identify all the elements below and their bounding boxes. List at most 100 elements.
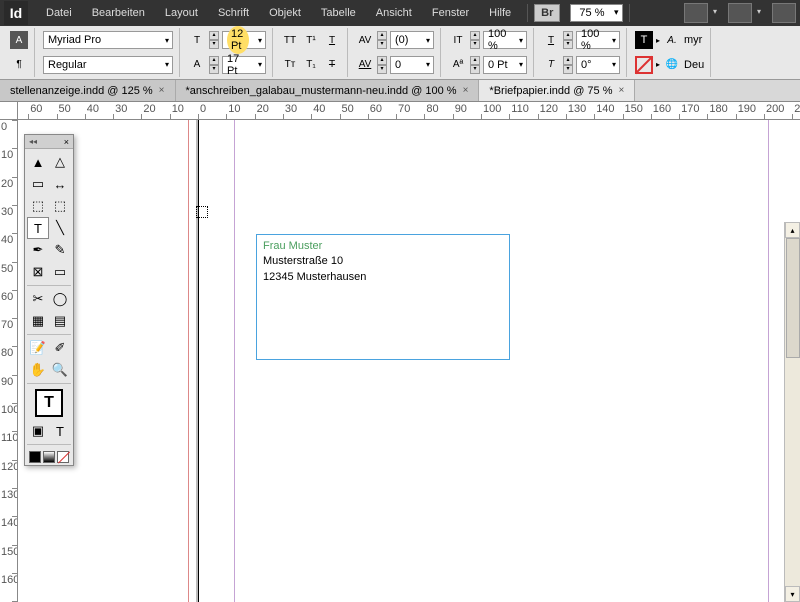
doc-tab-3[interactable]: *Briefpapier.indd @ 75 % × [479, 80, 635, 101]
gradient-feather-tool[interactable]: ▤ [49, 310, 71, 332]
line-tool[interactable]: ╲ [49, 217, 71, 239]
tracking-icon: AV [356, 56, 374, 74]
apply-color-swatch[interactable] [29, 451, 41, 463]
kerning-spinner[interactable]: ▴▾ [377, 31, 387, 49]
menu-object[interactable]: Objekt [259, 7, 311, 19]
menu-file[interactable]: Datei [36, 7, 82, 19]
text-stroke-swatch[interactable] [635, 56, 653, 74]
para-mode-icon[interactable]: ¶ [10, 56, 28, 74]
baseline-input[interactable]: 0 Pt [483, 56, 527, 74]
font-size-spinner[interactable]: ▴▾ [209, 31, 219, 49]
content-collector-tool[interactable]: ⬚ [27, 195, 49, 217]
content-placer-tool[interactable]: ⬚ [49, 195, 71, 217]
zoom-level-dropdown[interactable]: 75 % [570, 4, 623, 22]
close-icon[interactable]: × [619, 85, 625, 96]
skew-spinner[interactable]: ▴▾ [563, 56, 573, 74]
close-icon[interactable]: × [159, 85, 165, 96]
main-menubar: Id Datei Bearbeiten Layout Schrift Objek… [0, 0, 800, 26]
menu-window[interactable]: Fenster [422, 7, 479, 19]
type-tool[interactable]: T [27, 217, 49, 239]
tools-panel[interactable]: ◂◂× ▲ △ ▭ ↔ ⬚ ⬚ T ╲ ✒ ✎ ⊠ ▭ ✂ ◯ ▦ ▤ 📝 ✐ … [24, 134, 74, 466]
tracking-input[interactable]: 0 [390, 56, 434, 74]
text-fill-swatch[interactable]: T [635, 31, 653, 49]
free-transform-tool[interactable]: ◯ [49, 288, 71, 310]
menu-layout[interactable]: Layout [155, 7, 208, 19]
note-tool[interactable]: 📝 [27, 337, 49, 359]
font-style-dropdown[interactable]: Regular [43, 56, 173, 74]
close-icon[interactable]: × [463, 85, 469, 96]
leading-input[interactable]: 17 Pt [222, 56, 266, 74]
page-tool[interactable]: ▭ [27, 173, 49, 195]
apply-color-row [25, 449, 73, 465]
collapse-icon[interactable]: ◂◂ [29, 137, 37, 146]
doc-tab-label: *anschreiben_galabau_mustermann-neu.indd… [186, 85, 457, 97]
strikethrough-button[interactable]: T [323, 56, 341, 74]
leading-icon: A [188, 56, 206, 74]
apply-gradient-swatch[interactable] [43, 451, 55, 463]
scissors-tool[interactable]: ✂ [27, 288, 49, 310]
kerning-input[interactable]: (0) [390, 31, 434, 49]
doc-tab-1[interactable]: stellenanzeige.indd @ 125 % × [0, 80, 176, 101]
subscript-button[interactable]: T₁ [302, 56, 320, 74]
menu-table[interactable]: Tabelle [311, 7, 366, 19]
formatting-container-icon[interactable]: ▣ [27, 420, 49, 442]
skew-input[interactable]: 0° [576, 56, 620, 74]
rect-frame-tool[interactable]: ⊠ [27, 261, 49, 283]
doc-tab-2[interactable]: *anschreiben_galabau_mustermann-neu.indd… [176, 80, 480, 101]
lang-icon: 🌐 [663, 56, 681, 74]
address-text-frame[interactable]: Frau Muster Musterstraße 10 12345 Muster… [256, 234, 510, 360]
margin-guide-right [768, 120, 769, 602]
rectangle-tool[interactable]: ▭ [49, 261, 71, 283]
vertical-ruler[interactable]: 0102030405060708090100110120130140150160… [0, 120, 18, 602]
ruler-origin[interactable] [0, 102, 18, 120]
underline-button[interactable]: T [323, 31, 341, 49]
zoom-tool[interactable]: 🔍 [49, 359, 71, 381]
hscale-input[interactable]: 100 % [576, 31, 620, 49]
fill-stroke-toggle[interactable]: T [27, 386, 71, 420]
margin-guide-left [234, 120, 235, 602]
scrollbar-thumb[interactable] [786, 238, 800, 358]
vertical-scrollbar[interactable]: ▴ ▾ [784, 222, 800, 602]
char-mode-icon[interactable]: A [10, 31, 28, 49]
vscale-spinner[interactable]: ▴▾ [470, 31, 480, 49]
tracking-spinner[interactable]: ▴▾ [377, 56, 387, 74]
menu-edit[interactable]: Bearbeiten [82, 7, 155, 19]
pen-tool[interactable]: ✒ [27, 239, 49, 261]
hscale-spinner[interactable]: ▴▾ [563, 31, 573, 49]
eyedropper-tool[interactable]: ✐ [49, 337, 71, 359]
menu-view[interactable]: Ansicht [366, 7, 422, 19]
menu-help[interactable]: Hilfe [479, 7, 521, 19]
gap-tool[interactable]: ↔ [49, 173, 71, 195]
bridge-button[interactable]: Br [534, 4, 560, 22]
formatting-text-icon[interactable]: T [49, 420, 71, 442]
view-options-icon[interactable] [684, 3, 708, 23]
vscale-input[interactable]: 100 % [483, 31, 527, 49]
baseline-spinner[interactable]: ▴▾ [470, 56, 480, 74]
document-canvas[interactable]: Frau Muster Musterstraße 10 12345 Muster… [18, 120, 800, 602]
gradient-swatch-tool[interactable]: ▦ [27, 310, 49, 332]
pencil-tool[interactable]: ✎ [49, 239, 71, 261]
apply-none-swatch[interactable] [57, 451, 69, 463]
font-size-input[interactable]: 12 Pt [222, 31, 266, 49]
panel-header[interactable]: ◂◂ × [25, 135, 73, 149]
doc-tab-label: stellenanzeige.indd @ 125 % [10, 85, 153, 97]
all-caps-button[interactable]: TT [281, 31, 299, 49]
page-edge [198, 120, 199, 602]
document-tabs: stellenanzeige.indd @ 125 % × *anschreib… [0, 80, 800, 102]
close-icon[interactable]: × [64, 137, 69, 147]
arrange-docs-icon[interactable] [772, 3, 796, 23]
baseline-icon: Aª [449, 56, 467, 74]
font-family-dropdown[interactable]: Myriad Pro [43, 31, 173, 49]
small-caps-button[interactable]: Tᴛ [281, 56, 299, 74]
hand-tool[interactable]: ✋ [27, 359, 49, 381]
selection-tool[interactable]: ▲ [27, 151, 49, 173]
vscale-icon: IT [449, 31, 467, 49]
screen-mode-icon[interactable] [728, 3, 752, 23]
superscript-button[interactable]: T¹ [302, 31, 320, 49]
doc-tab-label: *Briefpapier.indd @ 75 % [489, 85, 612, 97]
menu-type[interactable]: Schrift [208, 7, 259, 19]
direct-selection-tool[interactable]: △ [49, 151, 71, 173]
horizontal-ruler[interactable]: 6050403020100102030405060708090100110120… [18, 102, 800, 120]
leading-spinner[interactable]: ▴▾ [209, 56, 219, 74]
scroll-up-button[interactable]: ▴ [785, 222, 800, 238]
